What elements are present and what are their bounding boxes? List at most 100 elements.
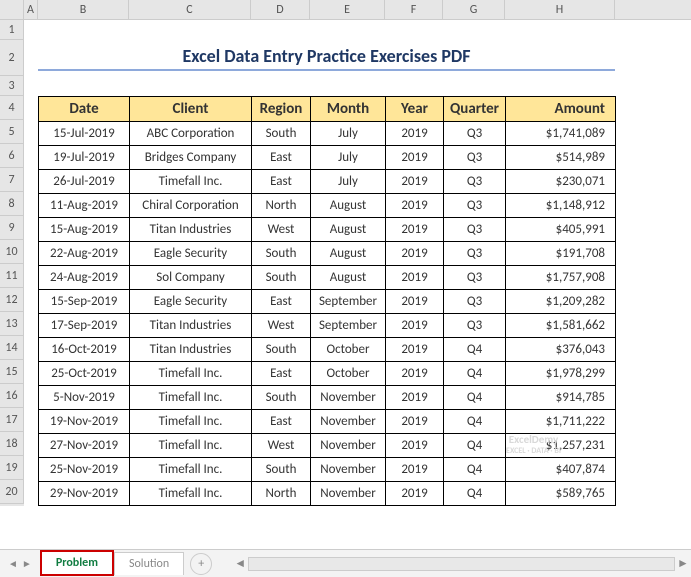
row-header-1[interactable]: 1 (0, 20, 24, 40)
cell-month[interactable]: August (311, 242, 386, 266)
cell-amount[interactable]: $191,708 (506, 242, 616, 266)
cell-date[interactable]: 29-Nov-2019 (39, 482, 130, 506)
cell-region[interactable]: South (252, 338, 311, 362)
cell-month[interactable]: August (311, 266, 386, 290)
cell-month[interactable]: November (311, 482, 386, 506)
cell-month[interactable]: August (311, 218, 386, 242)
cell-year[interactable]: 2019 (386, 338, 444, 362)
header-amount[interactable]: Amount (506, 97, 616, 122)
cell-amount[interactable]: $1,257,231 (506, 434, 616, 458)
cell-month[interactable]: July (311, 146, 386, 170)
col-header-d[interactable]: D (251, 0, 310, 19)
row-header-9[interactable]: 9 (0, 216, 24, 240)
cell-region[interactable]: South (252, 242, 311, 266)
cell-amount[interactable]: $376,043 (506, 338, 616, 362)
table-row[interactable]: 5-Nov-2019Timefall Inc.SouthNovember2019… (39, 386, 616, 410)
cell-client[interactable]: Eagle Security (130, 290, 252, 314)
cell-month[interactable]: August (311, 194, 386, 218)
cell-region[interactable]: East (252, 362, 311, 386)
cell-client[interactable]: Timefall Inc. (130, 410, 252, 434)
cell-quarter[interactable]: Q3 (444, 122, 506, 146)
cell-region[interactable]: North (252, 194, 311, 218)
table-row[interactable]: 15-Sep-2019Eagle SecurityEastSeptember20… (39, 290, 616, 314)
header-date[interactable]: Date (39, 97, 130, 122)
row-header-6[interactable]: 6 (0, 144, 24, 168)
horizontal-scrollbar[interactable] (248, 557, 675, 571)
header-client[interactable]: Client (130, 97, 252, 122)
cell-amount[interactable]: $514,989 (506, 146, 616, 170)
col-header-g[interactable]: G (443, 0, 505, 19)
scroll-right-icon[interactable]: ► (675, 556, 691, 571)
cell-amount[interactable]: $1,148,912 (506, 194, 616, 218)
cell-quarter[interactable]: Q4 (444, 482, 506, 506)
table-row[interactable]: 19-Nov-2019Timefall Inc.EastNovember2019… (39, 410, 616, 434)
table-row[interactable]: 24-Aug-2019Sol CompanySouthAugust2019Q3$… (39, 266, 616, 290)
cell-client[interactable]: Titan Industries (130, 218, 252, 242)
cell-date[interactable]: 22-Aug-2019 (39, 242, 130, 266)
cell-quarter[interactable]: Q4 (444, 386, 506, 410)
table-row[interactable]: 15-Jul-2019ABC CorporationSouthJuly2019Q… (39, 122, 616, 146)
add-sheet-button[interactable]: + (190, 553, 212, 575)
cell-year[interactable]: 2019 (386, 290, 444, 314)
table-row[interactable]: 26-Jul-2019Timefall Inc.EastJuly2019Q3$2… (39, 170, 616, 194)
cell-client[interactable]: Timefall Inc. (130, 170, 252, 194)
cell-client[interactable]: Chiral Corporation (130, 194, 252, 218)
cell-year[interactable]: 2019 (386, 242, 444, 266)
cell-date[interactable]: 15-Jul-2019 (39, 122, 130, 146)
cell-region[interactable]: South (252, 458, 311, 482)
cell-amount[interactable]: $230,071 (506, 170, 616, 194)
cell-date[interactable]: 24-Aug-2019 (39, 266, 130, 290)
col-header-a[interactable]: A (24, 0, 38, 19)
cell-amount[interactable]: $1,711,222 (506, 410, 616, 434)
cell-client[interactable]: Timefall Inc. (130, 458, 252, 482)
cell-quarter[interactable]: Q4 (444, 338, 506, 362)
row-header-11[interactable]: 11 (0, 264, 24, 288)
table-row[interactable]: 27-Nov-2019Timefall Inc.WestNovember2019… (39, 434, 616, 458)
table-row[interactable]: 11-Aug-2019Chiral CorporationNorthAugust… (39, 194, 616, 218)
cell-year[interactable]: 2019 (386, 146, 444, 170)
cell-client[interactable]: Timefall Inc. (130, 482, 252, 506)
cell-quarter[interactable]: Q3 (444, 242, 506, 266)
cell-month[interactable]: October (311, 362, 386, 386)
cell-date[interactable]: 15-Sep-2019 (39, 290, 130, 314)
cell-amount[interactable]: $407,874 (506, 458, 616, 482)
header-year[interactable]: Year (386, 97, 444, 122)
cell-date[interactable]: 25-Oct-2019 (39, 362, 130, 386)
table-row[interactable]: 15-Aug-2019Titan IndustriesWestAugust201… (39, 218, 616, 242)
cell-region[interactable]: East (252, 290, 311, 314)
cell-region[interactable]: West (252, 314, 311, 338)
cell-region[interactable]: South (252, 386, 311, 410)
cell-client[interactable]: Titan Industries (130, 314, 252, 338)
row-header-5[interactable]: 5 (0, 120, 24, 144)
cell-date[interactable]: 27-Nov-2019 (39, 434, 130, 458)
row-header-18[interactable]: 18 (0, 432, 24, 456)
cell-year[interactable]: 2019 (386, 482, 444, 506)
cell-client[interactable]: Timefall Inc. (130, 362, 252, 386)
table-row[interactable]: 17-Sep-2019Titan IndustriesWestSeptember… (39, 314, 616, 338)
cell-year[interactable]: 2019 (386, 122, 444, 146)
row-header-17[interactable]: 17 (0, 408, 24, 432)
cell-date[interactable]: 17-Sep-2019 (39, 314, 130, 338)
cell-amount[interactable]: $1,209,282 (506, 290, 616, 314)
select-all-corner[interactable] (0, 0, 24, 19)
cell-year[interactable]: 2019 (386, 266, 444, 290)
cell-year[interactable]: 2019 (386, 434, 444, 458)
cell-amount[interactable]: $1,581,662 (506, 314, 616, 338)
cell-date[interactable]: 26-Jul-2019 (39, 170, 130, 194)
table-row[interactable]: 19-Jul-2019Bridges CompanyEastJuly2019Q3… (39, 146, 616, 170)
cell-year[interactable]: 2019 (386, 362, 444, 386)
cell-year[interactable]: 2019 (386, 314, 444, 338)
cell-year[interactable]: 2019 (386, 458, 444, 482)
row-header-14[interactable]: 14 (0, 336, 24, 360)
row-header-7[interactable]: 7 (0, 168, 24, 192)
cell-month[interactable]: November (311, 458, 386, 482)
table-row[interactable]: 16-Oct-2019Titan IndustriesSouthOctober2… (39, 338, 616, 362)
header-month[interactable]: Month (311, 97, 386, 122)
cell-region[interactable]: South (252, 266, 311, 290)
row-header-13[interactable]: 13 (0, 312, 24, 336)
cell-region[interactable]: East (252, 146, 311, 170)
row-header-16[interactable]: 16 (0, 384, 24, 408)
row-header-10[interactable]: 10 (0, 240, 24, 264)
cell-year[interactable]: 2019 (386, 386, 444, 410)
cell-month[interactable]: September (311, 314, 386, 338)
